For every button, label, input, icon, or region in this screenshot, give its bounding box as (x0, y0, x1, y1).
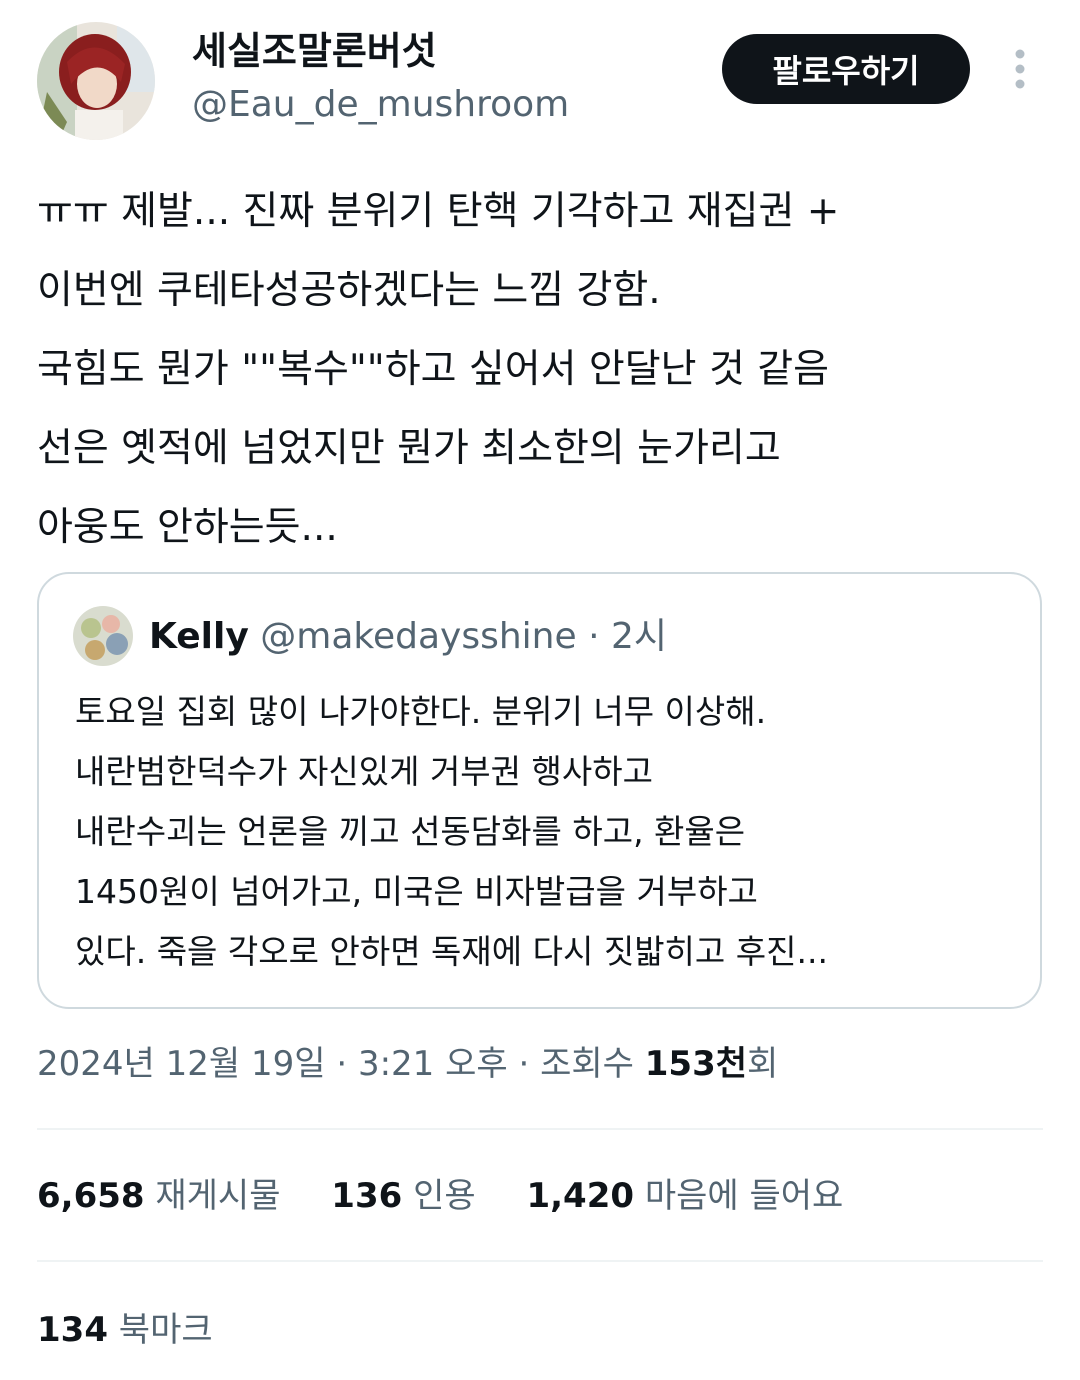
quotes-label: 인용 (413, 1176, 476, 1216)
quote-line: 내란수괴는 언론을 끼고 선동담화를 하고, 환율은 (75, 812, 746, 851)
author-handle[interactable]: @Eau_de_mushroom (192, 82, 569, 128)
quote-author-handle[interactable]: @makedaysshine (260, 616, 576, 657)
divider (37, 1260, 1043, 1262)
tweet-line: ㅠㅠ 제발... 진짜 분위기 탄핵 기각하고 재집권 + (37, 189, 840, 234)
quote-author-name[interactable]: Kelly (149, 616, 249, 657)
likes-label: 마음에 들어요 (644, 1176, 844, 1216)
views-suffix: 회 (747, 1044, 779, 1084)
engagement-stats: 6,658 재게시물 136 인용 1,420 마음에 들어요 (37, 1168, 883, 1224)
likes-count: 1,420 (526, 1176, 635, 1216)
bookmarks-label: 북마크 (118, 1310, 213, 1350)
tweet-text: ㅠㅠ 제발... 진짜 분위기 탄핵 기각하고 재집권 + 이번엔 쿠테타성공하… (37, 172, 1047, 567)
retweets-count: 6,658 (37, 1176, 145, 1216)
quote-separator: · (576, 616, 611, 657)
divider (37, 1128, 1043, 1130)
quote-line: 내란범한덕수가 자신있게 거부권 행사하고 (75, 752, 653, 791)
bookmarks-stat[interactable]: 134 북마크 (37, 1302, 213, 1358)
author-display-name[interactable]: 세실조말론버섯 (192, 28, 437, 74)
tweet-line: 선은 옛적에 넘었지만 뭔가 최소한의 눈가리고 (37, 426, 781, 471)
more-options-icon[interactable] (1004, 46, 1036, 92)
views-label: 조회수 (540, 1044, 645, 1084)
retweets-label: 재게시물 (155, 1176, 281, 1216)
author-avatar[interactable] (37, 22, 155, 140)
quotes-count: 136 (331, 1176, 403, 1216)
quote-line: 있다. 죽을 각오로 안하면 독재에 다시 짓밟히고 후진... (75, 932, 828, 971)
tweet-line: 국힘도 뭔가 ""복수""하고 싶어서 안달난 것 같음 (37, 347, 829, 392)
meta-separator: · (507, 1044, 541, 1084)
tweet-time[interactable]: 3:21 오후 (358, 1044, 508, 1084)
tweet-meta: 2024년 12월 19일 · 3:21 오후 · 조회수 153천회 (37, 1036, 778, 1092)
quote-line: 토요일 집회 많이 나가야한다. 분위기 너무 이상해. (75, 692, 767, 731)
quote-text: 토요일 집회 많이 나가야한다. 분위기 너무 이상해. 내란범한덕수가 자신있… (75, 682, 1015, 982)
quote-header: Kelly @makedaysshine · 2시 (149, 612, 667, 662)
follow-button-label: 팔로우하기 (772, 52, 920, 90)
views-count: 153천 (644, 1044, 748, 1084)
quote-author-avatar[interactable] (73, 606, 133, 666)
tweet-date[interactable]: 2024년 12월 19일 (37, 1044, 326, 1084)
quote-line: 1450원이 넘어가고, 미국은 비자발급을 거부하고 (75, 872, 758, 911)
bookmarks-count: 134 (37, 1310, 108, 1350)
follow-button[interactable]: 팔로우하기 (722, 34, 970, 104)
quotes-stat[interactable]: 136 인용 (331, 1168, 475, 1224)
tweet-line: 아웅도 안하는듯... (37, 505, 338, 550)
likes-stat[interactable]: 1,420 마음에 들어요 (526, 1168, 843, 1224)
meta-separator: · (325, 1044, 358, 1084)
quote-time[interactable]: 2시 (611, 616, 667, 657)
quoted-tweet-card[interactable]: Kelly @makedaysshine · 2시 토요일 집회 많이 나가야한… (37, 572, 1042, 1009)
tweet-line: 이번엔 쿠테타성공하겠다는 느낌 강함. (37, 268, 661, 313)
retweets-stat[interactable]: 6,658 재게시물 (37, 1168, 280, 1224)
